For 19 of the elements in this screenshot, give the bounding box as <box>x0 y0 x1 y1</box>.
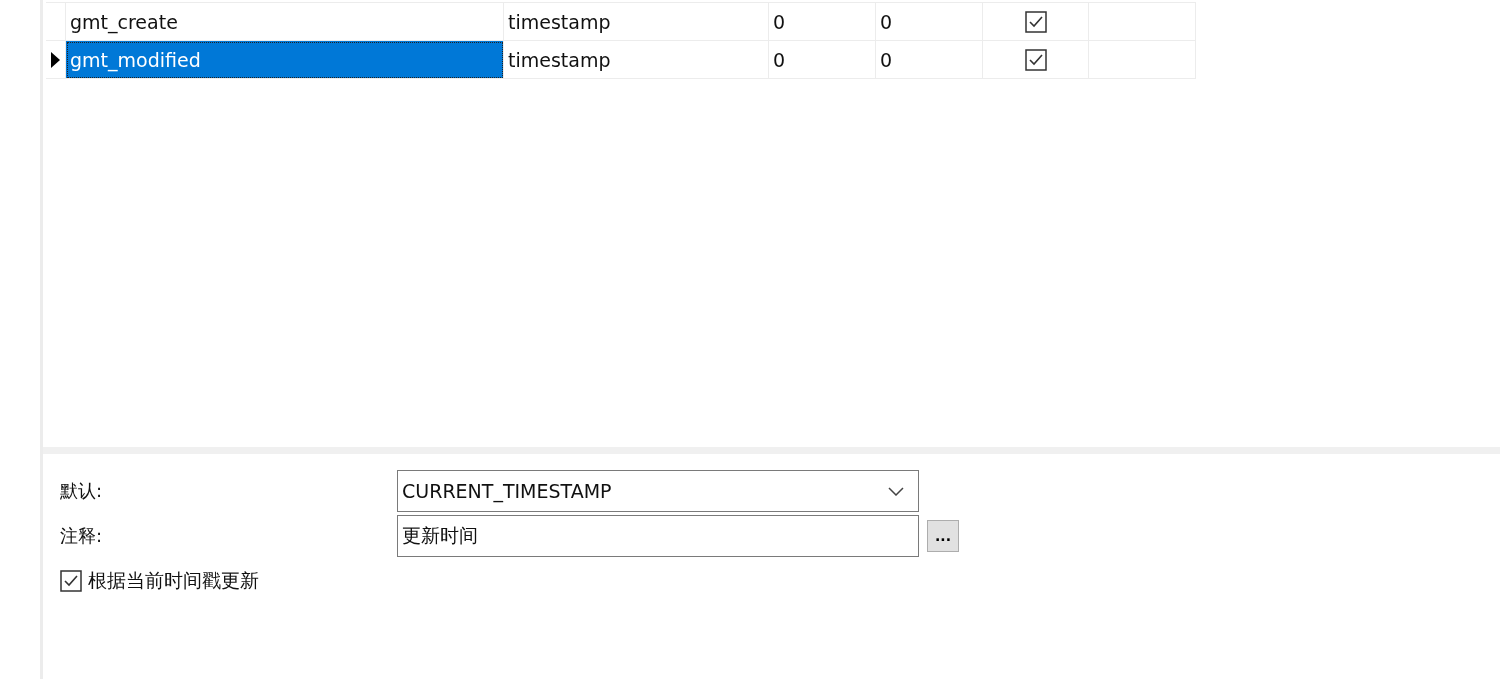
checkbox[interactable] <box>60 570 82 592</box>
checkbox-label: 根据当前时间戳更新 <box>88 568 259 593</box>
chevron-down-icon <box>888 486 904 496</box>
table-cell[interactable]: timestamp <box>504 41 769 79</box>
table-cell[interactable]: timestamp <box>504 3 769 41</box>
field-label: 默认: <box>60 479 104 503</box>
field-label: 注释: <box>60 524 104 548</box>
default-dropdown[interactable]: CURRENT_TIMESTAMP <box>397 470 919 512</box>
browse-button[interactable]: ... <box>927 520 959 552</box>
current-row-icon <box>51 51 60 68</box>
comment-field[interactable]: 更新时间 <box>397 515 919 557</box>
table-cell[interactable]: 0 <box>876 3 983 41</box>
table-cell[interactable]: gmt_modified <box>66 41 504 79</box>
checkbox[interactable] <box>1024 48 1047 71</box>
table-cell[interactable]: 0 <box>769 41 876 79</box>
table-cell[interactable]: 0 <box>769 3 876 41</box>
table-cell[interactable]: 0 <box>876 41 983 79</box>
checkbox[interactable] <box>1024 10 1047 33</box>
table-cell[interactable]: gmt_create <box>66 3 504 41</box>
